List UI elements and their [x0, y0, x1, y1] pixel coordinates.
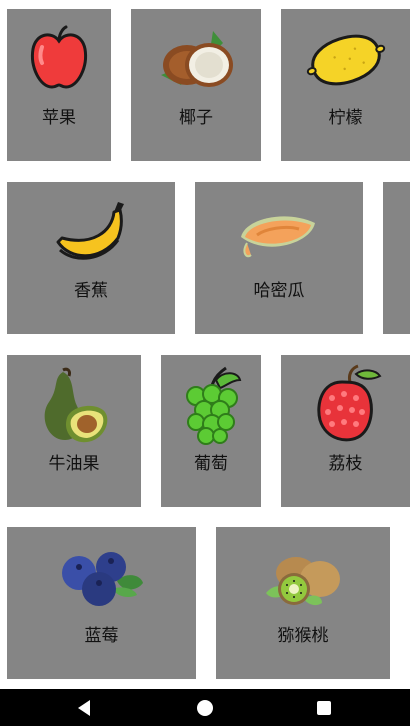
fruit-label: 柠檬	[328, 108, 363, 128]
fruit-label: 荔枝	[328, 454, 363, 474]
fruit-label: 牛油果	[48, 454, 100, 474]
home-icon	[197, 699, 213, 716]
fruit-label: 椰子	[179, 108, 213, 128]
fruit-card-lemon[interactable]: 柠檬	[281, 9, 410, 161]
blueberry-icon	[7, 535, 196, 621]
back-icon	[78, 699, 90, 716]
recents-icon	[317, 700, 331, 715]
fruit-label: 香蕉	[74, 281, 108, 301]
lemon-icon	[281, 17, 410, 103]
fruit-card-partial[interactable]	[383, 182, 410, 334]
avocado-icon	[7, 363, 141, 449]
kiwi-icon	[216, 535, 390, 621]
fruit-label: 蓝莓	[84, 626, 119, 646]
fruit-card-avocado[interactable]: 牛油果	[7, 355, 141, 507]
fruit-card-grapes[interactable]: 葡萄	[161, 355, 261, 507]
fruit-label: 哈密瓜	[253, 281, 305, 301]
cantaloupe-icon	[195, 190, 363, 276]
back-button[interactable]	[60, 689, 108, 726]
fruit-label: 苹果	[42, 108, 76, 128]
recents-button[interactable]	[300, 689, 348, 726]
fruit-label: 葡萄	[194, 454, 228, 474]
fruit-card-apple[interactable]: 苹果	[7, 9, 111, 161]
fruit-label: 猕猴桃	[277, 626, 329, 646]
fruit-card-cantaloupe[interactable]: 哈密瓜	[195, 182, 363, 334]
fruit-card-kiwi[interactable]: 猕猴桃	[216, 527, 390, 679]
fruit-card-coconut[interactable]: 椰子	[131, 9, 261, 161]
fruit-card-banana[interactable]: 香蕉	[7, 182, 175, 334]
lychee-icon	[281, 363, 410, 449]
navigation-bar	[0, 689, 410, 726]
home-button[interactable]	[181, 689, 229, 726]
grapes-icon	[161, 363, 261, 449]
apple-icon	[7, 17, 111, 103]
banana-icon	[7, 190, 175, 276]
fruit-card-blueberry[interactable]: 蓝莓	[7, 527, 196, 679]
coconut-icon	[131, 17, 261, 103]
fruit-card-lychee[interactable]: 荔枝	[281, 355, 410, 507]
